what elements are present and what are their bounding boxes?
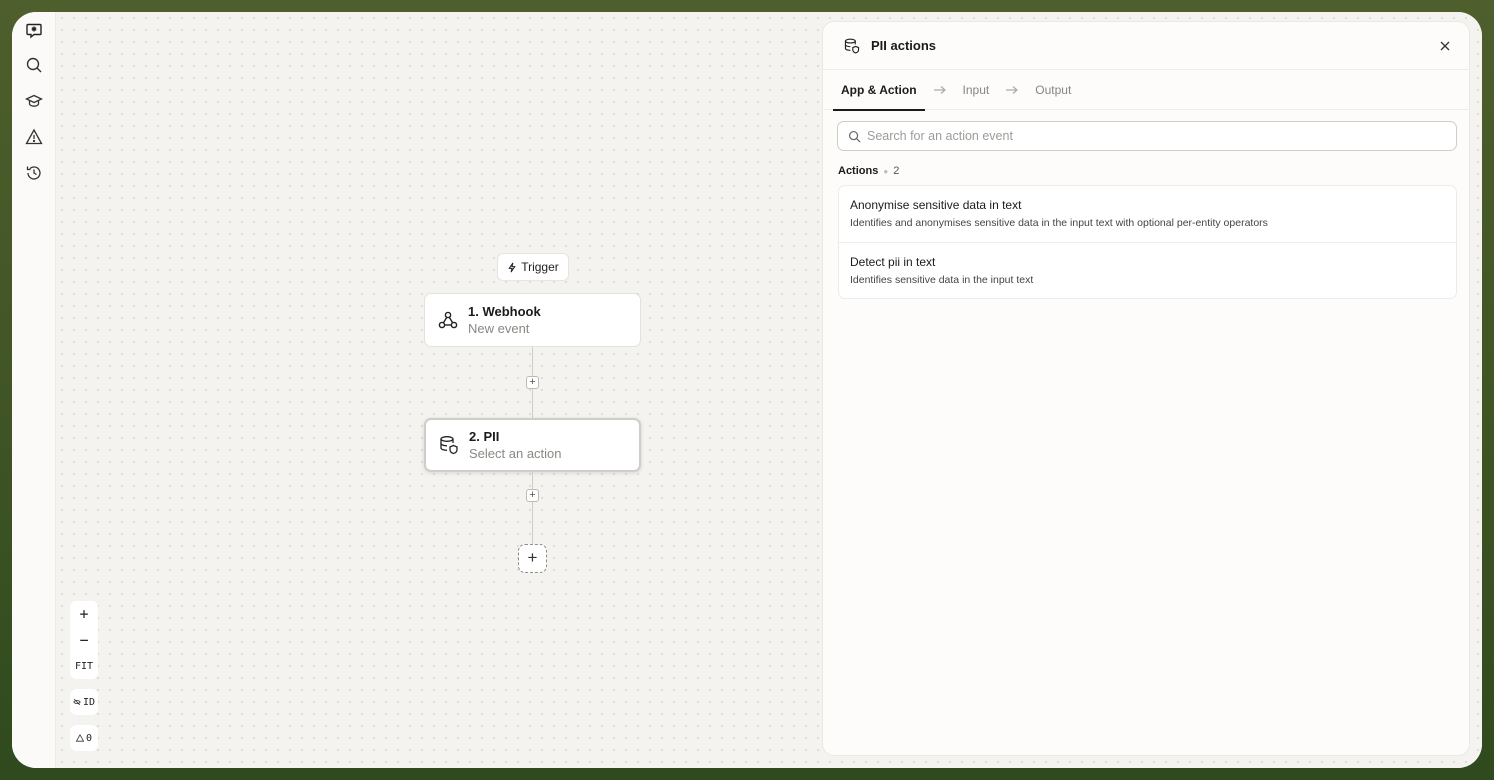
list-item[interactable]: Anonymise sensitive data in text Identif… <box>839 186 1456 242</box>
trigger-chip[interactable]: Trigger <box>497 253 569 281</box>
database-shield-icon <box>844 38 860 54</box>
node-subtitle: Select an action <box>469 445 562 461</box>
app-window: Trigger 1. Webhook New event + 2. PII Se… <box>12 12 1482 768</box>
action-title: Detect pii in text <box>850 255 936 269</box>
webhook-icon <box>438 311 458 329</box>
id-toggle-group: ID <box>70 689 98 715</box>
tab-input[interactable]: Input <box>955 70 998 110</box>
search-icon[interactable] <box>22 53 46 77</box>
arrow-right-icon <box>1006 85 1019 94</box>
warnings-group: 0 <box>70 725 98 751</box>
panel-title: PII actions <box>871 38 937 53</box>
zoom-in-button[interactable]: + <box>70 601 98 627</box>
actions-label: Actions <box>838 165 879 177</box>
lightning-icon <box>508 262 516 272</box>
warnings-button[interactable]: 0 <box>70 725 98 751</box>
tab-app-action[interactable]: App & Action <box>833 70 925 111</box>
tab-output[interactable]: Output <box>1027 70 1079 110</box>
database-shield-icon <box>440 436 458 455</box>
search-input[interactable] <box>867 129 1456 143</box>
warning-triangle-icon <box>75 734 84 742</box>
actions-heading: Actions ● 2 <box>838 165 900 177</box>
action-title: Anonymise sensitive data in text <box>850 198 1022 212</box>
warning-triangle-icon[interactable] <box>22 125 46 149</box>
fit-view-button[interactable]: FIT <box>70 653 98 679</box>
logo-asterisk-icon[interactable] <box>22 18 46 42</box>
search-icon <box>848 130 861 142</box>
eye-off-icon <box>73 698 81 706</box>
close-button[interactable] <box>1437 38 1453 54</box>
action-search[interactable] <box>837 121 1457 151</box>
node-subtitle: New event <box>468 320 530 336</box>
actions-count: 2 <box>893 165 900 177</box>
arrow-right-icon <box>933 85 946 94</box>
action-description: Identifies and anonymises sensitive data… <box>850 217 1268 229</box>
list-item[interactable]: Detect pii in text Identifies sensitive … <box>839 242 1456 298</box>
step-tabs: App & Action Input Output <box>823 70 1469 111</box>
zoom-controls: + − FIT <box>70 601 98 679</box>
connector-line <box>532 472 533 544</box>
actions-panel: PII actions App & Action Input Output Se… <box>822 21 1470 756</box>
node-title: 1. Webhook <box>468 303 541 319</box>
trigger-label: Trigger <box>521 260 559 274</box>
close-icon <box>1440 41 1450 51</box>
left-rail <box>12 12 56 768</box>
zoom-out-button[interactable]: − <box>70 627 98 653</box>
insert-step-button[interactable]: + <box>526 489 539 502</box>
warnings-count: 0 <box>85 732 93 744</box>
workflow-node-webhook[interactable]: 1. Webhook New event <box>424 293 641 347</box>
graduation-cap-icon[interactable] <box>22 89 46 113</box>
id-toggle-button[interactable]: ID <box>70 689 98 715</box>
add-step-button[interactable]: + <box>518 544 547 573</box>
id-toggle-label: ID <box>82 696 96 708</box>
action-description: Identifies sensitive data in the input t… <box>850 274 1034 286</box>
panel-header: PII actions <box>823 22 1469 70</box>
node-title: 2. PII <box>469 428 500 444</box>
workflow-node-pii[interactable]: 2. PII Select an action <box>424 418 641 472</box>
insert-step-button[interactable]: + <box>526 376 539 389</box>
action-list: Anonymise sensitive data in text Identif… <box>838 185 1457 299</box>
history-clock-icon[interactable] <box>22 161 46 185</box>
